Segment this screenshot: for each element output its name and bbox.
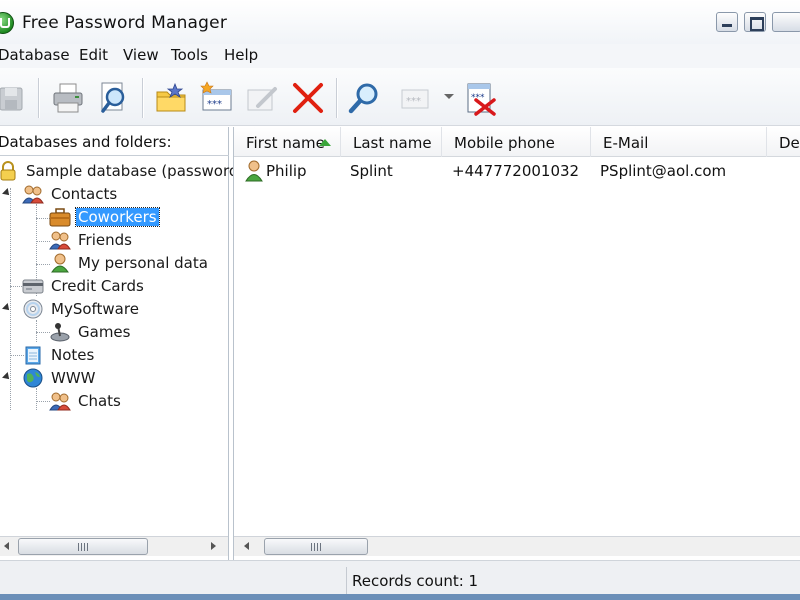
edit-record-icon[interactable] bbox=[244, 80, 280, 116]
menu-tools[interactable]: Tools bbox=[171, 46, 208, 64]
scroll-left-arrow-icon[interactable] bbox=[244, 542, 249, 550]
people-icon bbox=[49, 392, 71, 411]
tree-connector bbox=[36, 264, 50, 265]
window-title: Free Password Manager bbox=[22, 13, 228, 33]
svg-text:***: *** bbox=[207, 99, 222, 110]
column-header-first-name[interactable]: First name bbox=[234, 127, 341, 157]
people-icon bbox=[22, 185, 44, 204]
find-icon[interactable] bbox=[346, 80, 382, 116]
scrollbar-thumb[interactable] bbox=[264, 538, 368, 555]
app-icon[interactable] bbox=[0, 12, 14, 34]
tree-connector bbox=[36, 388, 37, 410]
scroll-left-arrow-icon[interactable] bbox=[4, 542, 9, 550]
svg-text:***: *** bbox=[406, 96, 421, 107]
printer-icon[interactable] bbox=[50, 80, 86, 116]
joystick-icon bbox=[50, 323, 70, 342]
person-icon bbox=[51, 253, 69, 273]
minimize-button[interactable] bbox=[716, 12, 738, 32]
scrollbar-grip bbox=[78, 543, 88, 551]
toolbar-separator bbox=[38, 78, 39, 118]
table-row[interactable]: Philip Splint +447772001032 PSplint@aol.… bbox=[234, 158, 800, 184]
new-record-icon[interactable]: *** bbox=[199, 80, 235, 116]
globe-icon bbox=[23, 368, 43, 388]
records-count: Records count: 1 bbox=[352, 572, 479, 590]
copy-password-dropdown-arrow[interactable] bbox=[444, 94, 454, 99]
column-header-email[interactable]: E-Mail bbox=[591, 127, 767, 157]
tree-connector bbox=[36, 401, 50, 402]
records-horizontal-scrollbar[interactable] bbox=[234, 536, 800, 556]
tree-connector bbox=[36, 218, 50, 219]
column-header-description[interactable]: Des bbox=[767, 127, 800, 157]
cell-mobile-phone: +447772001032 bbox=[452, 162, 580, 180]
toolbar-separator bbox=[142, 78, 143, 118]
copy-password-icon[interactable]: *** bbox=[398, 80, 434, 116]
save-icon[interactable] bbox=[0, 80, 30, 116]
menu-bar: Database Edit View Tools Help bbox=[0, 44, 800, 68]
cd-icon bbox=[23, 299, 43, 319]
tree-connector bbox=[36, 320, 37, 342]
window-bottom-border bbox=[0, 594, 800, 600]
cell-first-name: Philip bbox=[266, 162, 307, 180]
tree-connector bbox=[10, 188, 11, 280]
people-icon bbox=[49, 231, 71, 250]
menu-database[interactable]: Database bbox=[0, 46, 70, 64]
toolbar-separator bbox=[336, 78, 337, 118]
clear-clipboard-icon[interactable]: *** bbox=[462, 80, 498, 116]
folders-horizontal-scrollbar[interactable] bbox=[0, 536, 228, 556]
status-divider bbox=[346, 567, 347, 595]
lock-icon bbox=[0, 161, 16, 181]
records-pane: First name Last name Mobile phone E-Mail… bbox=[233, 127, 800, 560]
tree-connector bbox=[36, 332, 50, 333]
column-header-last-name[interactable]: Last name bbox=[341, 127, 442, 157]
tree-connector bbox=[10, 280, 11, 410]
menu-view[interactable]: View bbox=[123, 46, 159, 64]
cell-email: PSplint@aol.com bbox=[600, 162, 727, 180]
credit-card-icon bbox=[22, 279, 44, 294]
person-icon bbox=[245, 160, 263, 182]
column-header-mobile-phone[interactable]: Mobile phone bbox=[442, 127, 591, 157]
print-preview-icon[interactable] bbox=[96, 80, 132, 116]
notepad-icon bbox=[25, 346, 41, 365]
delete-icon[interactable] bbox=[290, 80, 326, 116]
briefcase-icon bbox=[49, 208, 71, 227]
scroll-right-arrow-icon[interactable] bbox=[211, 542, 216, 550]
cell-last-name: Splint bbox=[350, 162, 393, 180]
close-button[interactable] bbox=[772, 12, 800, 32]
folders-pane: Databases and folders: Sample database (… bbox=[0, 127, 243, 560]
folder-tree[interactable]: Sample database (password: Contacts Cowo… bbox=[0, 155, 243, 535]
tree-connector bbox=[36, 241, 50, 242]
toolbar: *** *** *** bbox=[0, 68, 800, 126]
list-header: First name Last name Mobile phone E-Mail… bbox=[234, 127, 800, 157]
folders-caption: Databases and folders: bbox=[0, 133, 172, 151]
menu-help[interactable]: Help bbox=[224, 46, 258, 64]
scrollbar-thumb[interactable] bbox=[18, 538, 148, 555]
new-folder-icon[interactable] bbox=[153, 80, 189, 116]
menu-edit[interactable]: Edit bbox=[79, 46, 108, 64]
maximize-button[interactable] bbox=[744, 12, 766, 32]
sort-ascending-icon bbox=[319, 139, 331, 146]
scrollbar-grip bbox=[311, 543, 321, 551]
title-bar[interactable]: Free Password Manager bbox=[0, 0, 800, 44]
